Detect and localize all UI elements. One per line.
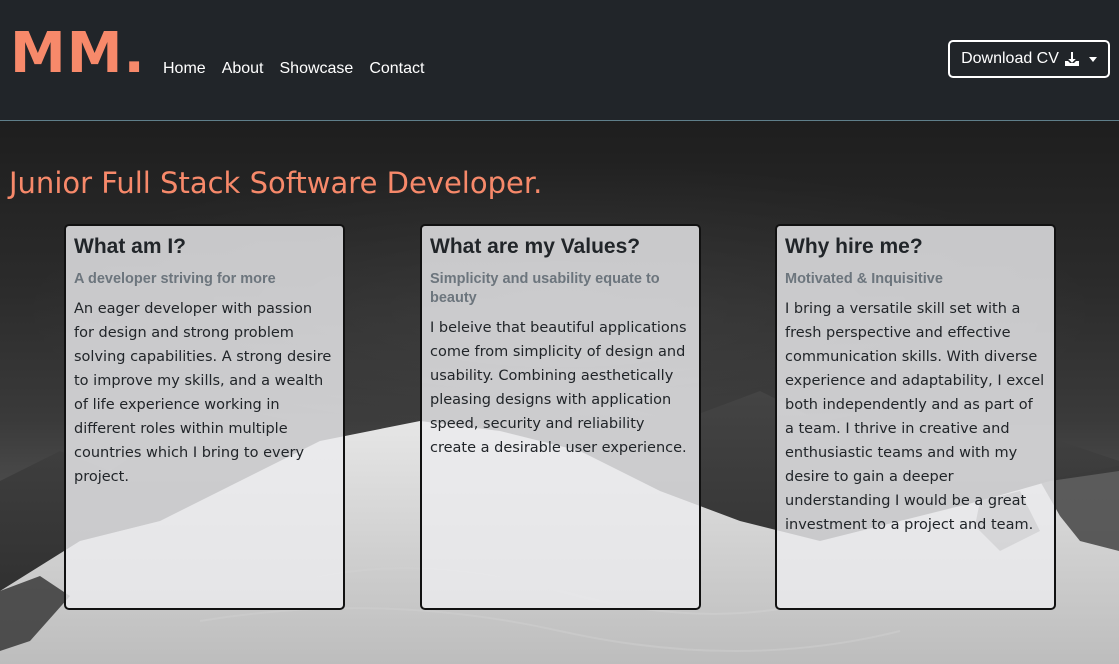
card-subtitle: A developer striving for more [74,271,276,287]
card-title: What am I? [74,235,187,258]
card-title: What are my Values? [430,235,641,258]
card-text: I bring a versatile skill set with a fre… [785,301,1045,533]
card-text: An eager developer with passion for desi… [74,301,332,485]
page-headline: Junior Full Stack Software Developer. [9,166,543,200]
download-cv-button[interactable]: Download CV [948,40,1110,78]
brand-logo[interactable]: MM. [10,18,146,90]
card-values: What are my Values? Simplicity and usabi… [420,224,701,610]
card-why-hire-me: Why hire me? Motivated & Inquisitive I b… [775,224,1056,610]
card-subtitle: Simplicity and usability equate to beaut… [430,271,660,306]
chevron-down-icon [1088,56,1097,62]
download-cv-label: Download CV [961,50,1059,67]
nav-link-contact[interactable]: Contact [369,60,424,78]
nav-link-about[interactable]: About [222,60,264,78]
card-title: Why hire me? [785,235,923,258]
download-icon [1064,52,1079,66]
navbar: MM. Home About Showcase Contact Download… [0,0,1119,121]
nav-links: Home About Showcase Contact [163,60,424,78]
card-text: I beleive that beautiful applications co… [430,320,687,456]
nav-link-home[interactable]: Home [163,60,206,78]
card-what-am-i: What am I? A developer striving for more… [64,224,345,610]
card-subtitle: Motivated & Inquisitive [785,271,943,287]
nav-link-showcase[interactable]: Showcase [280,60,354,78]
